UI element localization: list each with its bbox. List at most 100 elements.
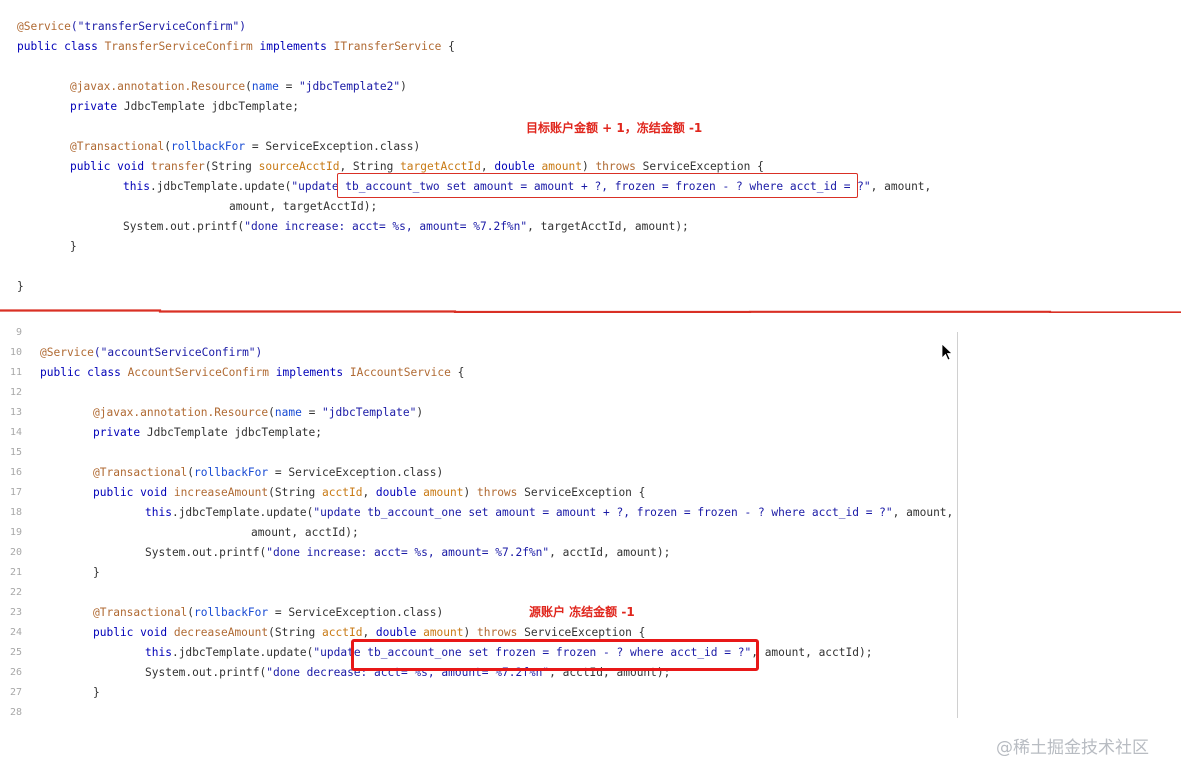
editor-right-margin-line	[957, 332, 958, 718]
code-line: @Transactional(rollbackFor = ServiceExce…	[93, 603, 443, 623]
string-token: "done increase: acct= %s, amount= %7.2f%…	[244, 220, 528, 233]
keyword-token: throws	[476, 626, 518, 639]
code-token: (String	[268, 626, 323, 639]
annotation-token: @Transactional	[70, 140, 165, 153]
param-token: sourceAcctId	[258, 160, 340, 173]
code-token: , acctId, amount);	[549, 546, 671, 559]
param-token: targetAcctId	[400, 160, 481, 173]
code-line: private JdbcTemplate jdbcTemplate;	[70, 97, 299, 117]
attribute-token: rollbackFor	[194, 466, 269, 479]
top-annotation-note: 目标账户金额 + 1，冻结金额 -1	[526, 121, 703, 135]
line-number: 9	[15, 327, 22, 338]
keyword-token: throws	[476, 486, 518, 499]
string-token: ("transferServiceConfirm")	[70, 20, 247, 33]
code-token: ServiceException {	[517, 626, 646, 639]
method-name-token: increaseAmount	[173, 486, 269, 499]
code-token: System.out.printf(	[145, 546, 267, 559]
code-token: ServiceException {	[635, 160, 764, 173]
interface-name-token: ITransferService	[333, 40, 442, 53]
method-name-token: decreaseAmount	[173, 626, 269, 639]
attribute-token: rollbackFor	[194, 606, 269, 619]
line-number: 27	[9, 687, 22, 698]
code-line: @javax.annotation.Resource(name = "jdbcT…	[93, 403, 423, 423]
mouse-pointer-icon	[941, 343, 954, 361]
code-line: @javax.annotation.Resource(name = "jdbcT…	[70, 77, 407, 97]
code-token: .jdbcTemplate.update(	[171, 646, 314, 659]
code-token: .jdbcTemplate.update(	[171, 506, 314, 519]
keyword-token: private	[93, 426, 147, 439]
attribute-token: rollbackFor	[171, 140, 246, 153]
code-token: )	[416, 406, 424, 419]
code-line: }	[93, 566, 100, 579]
code-token: (String	[268, 486, 323, 499]
line-number: 17	[9, 487, 22, 498]
code-line: public void increaseAmount(String acctId…	[93, 483, 645, 503]
code-line: System.out.printf("done increase: acct= …	[145, 543, 670, 563]
attribute-token: name	[274, 406, 302, 419]
code-token: =	[301, 406, 323, 419]
keyword-token: public void	[93, 626, 174, 639]
line-number: 20	[9, 547, 22, 558]
param-token: acctId	[322, 626, 363, 639]
line-number: 21	[9, 567, 22, 578]
code-token: , amount,	[892, 506, 954, 519]
code-line: System.out.printf("done increase: acct= …	[123, 217, 689, 237]
annotation-token: @Service	[40, 346, 94, 359]
keyword-token: implements	[269, 366, 350, 379]
line-number: 16	[9, 467, 22, 478]
code-token: )	[463, 486, 477, 499]
code-token: ,	[362, 626, 376, 639]
code-line: amount, acctId);	[251, 526, 359, 539]
line-number: 26	[9, 667, 22, 678]
code-token: {	[450, 366, 465, 379]
code-token: , String	[339, 160, 401, 173]
line-number: 23	[9, 607, 22, 618]
string-token: ("accountServiceConfirm")	[93, 346, 263, 359]
keyword-token: private	[70, 100, 124, 113]
param-token: acctId	[322, 486, 363, 499]
this-token: this	[145, 506, 172, 519]
keyword-token: public class	[17, 40, 105, 53]
interface-name-token: IAccountService	[349, 366, 451, 379]
code-token: System.out.printf(	[123, 220, 245, 233]
code-token: , amount,	[870, 180, 932, 193]
code-token: ,	[362, 486, 376, 499]
code-line: amount, targetAcctId);	[229, 200, 378, 213]
line-number: 10	[9, 347, 22, 358]
bottom-highlight-box	[351, 639, 759, 671]
code-token: )	[463, 626, 477, 639]
param-token: amount	[423, 486, 464, 499]
code-token: ServiceException {	[517, 486, 646, 499]
annotation-token: @javax.annotation.Resource	[70, 80, 246, 93]
code-token: JdbcTemplate jdbcTemplate;	[123, 100, 300, 113]
keyword-token: double	[375, 486, 424, 499]
string-token: "update tb_account_one set amount = amou…	[313, 506, 893, 519]
code-line: public class TransferServiceConfirm impl…	[17, 37, 455, 57]
code-token: , targetAcctId, amount);	[527, 220, 689, 233]
method-name-token: transfer	[150, 160, 205, 173]
code-token: = ServiceException.class)	[268, 466, 444, 479]
code-token: (String	[204, 160, 259, 173]
keyword-token: public class	[40, 366, 128, 379]
code-line: }	[17, 280, 24, 293]
code-line: @Service("accountServiceConfirm")	[40, 343, 262, 363]
string-token: "done increase: acct= %s, amount= %7.2f%…	[266, 546, 550, 559]
keyword-token: double	[375, 626, 424, 639]
annotation-token: @javax.annotation.Resource	[93, 406, 269, 419]
string-token: "jdbcTemplate"	[322, 406, 417, 419]
line-number: 25	[9, 647, 22, 658]
line-number: 22	[9, 587, 22, 598]
code-token: (	[245, 80, 252, 93]
code-token: JdbcTemplate jdbcTemplate;	[146, 426, 323, 439]
code-line: @Service("transferServiceConfirm")	[17, 17, 246, 37]
code-token: )	[581, 160, 596, 173]
code-token: System.out.printf(	[145, 666, 267, 679]
line-number: 14	[9, 427, 22, 438]
code-line: this.jdbcTemplate.update("update tb_acco…	[145, 503, 953, 523]
code-line: @Transactional(rollbackFor = ServiceExce…	[70, 137, 420, 157]
code-token: , amount, acctId);	[751, 646, 873, 659]
red-divider	[0, 309, 1181, 313]
class-name-token: TransferServiceConfirm	[104, 40, 253, 53]
watermark: @稀土掘金技术社区	[996, 738, 1149, 758]
class-name-token: AccountServiceConfirm	[127, 366, 270, 379]
